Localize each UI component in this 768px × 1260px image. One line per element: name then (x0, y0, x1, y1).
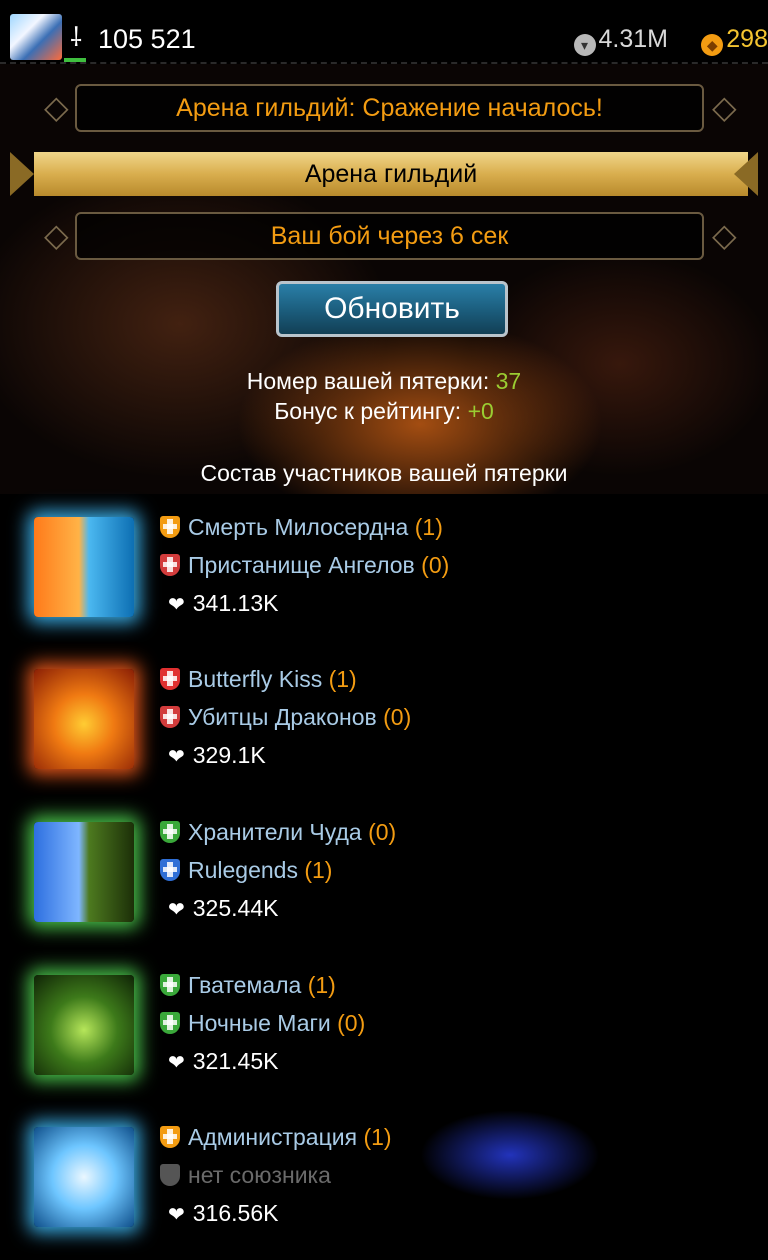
guild-count: (1) (414, 514, 443, 540)
heart-icon: ❤ (168, 899, 185, 921)
guild-shield-icon (160, 821, 180, 843)
guild-emblem[interactable] (34, 1127, 134, 1227)
silver-balance[interactable]: ▾ 4.31M (573, 22, 668, 56)
ally-name: нет союзника (188, 1162, 331, 1188)
heart-icon: ❤ (168, 594, 185, 616)
sword-icon: ⸸ (70, 22, 83, 52)
team-number-label: Номер вашей пятерки: (246, 368, 496, 394)
power-line: ❤ 325.44K (168, 893, 278, 925)
guild-shield-icon (160, 668, 180, 690)
silver-coin-icon: ▾ (573, 34, 596, 56)
guild-line[interactable]: Смерть Милосердна (1) (160, 512, 443, 542)
experience-bar (64, 58, 86, 62)
decorative-glow (420, 1110, 600, 1200)
ally-line[interactable]: Ночные Маги (0) (160, 1008, 365, 1038)
participant-row[interactable]: Смерть Милосердна (1) Пристанище Ангелов … (0, 510, 768, 650)
guild-name[interactable]: Butterfly Kiss (188, 666, 322, 692)
ally-shield-icon (160, 1012, 180, 1034)
ally-count: (0) (337, 1010, 366, 1036)
guild-name[interactable]: Гватемала (188, 972, 301, 998)
heart-icon: ❤ (168, 746, 185, 768)
rating-bonus-value: +0 (467, 398, 494, 424)
guild-emblem[interactable] (34, 669, 134, 769)
player-power: 105 521 (98, 24, 196, 54)
participant-row[interactable]: Butterfly Kiss (1) Убитцы Драконов (0) ❤ 32… (0, 662, 768, 802)
ally-line[interactable]: Rulegends (1) (160, 855, 332, 885)
ribbon-tail-right (734, 152, 758, 196)
guild-count: (1) (307, 972, 336, 998)
guild-line[interactable]: Butterfly Kiss (1) (160, 664, 357, 694)
participants-title: Состав участников вашей пятерки (200, 460, 568, 486)
gold-balance[interactable]: ◆ 298 (701, 22, 768, 56)
power-line: ❤ 316.56K (168, 1198, 278, 1230)
frame-ornament-right-icon: ◇ (712, 89, 737, 125)
guild-emblem[interactable] (34, 822, 134, 922)
power-line: ❤ 329.1K (168, 740, 266, 772)
frame-ornament-left-icon: ◇ (44, 217, 69, 253)
guild-shield-icon (160, 974, 180, 996)
ally-line[interactable]: нет союзника (160, 1160, 331, 1190)
guild-emblem[interactable] (34, 517, 134, 617)
guild-name[interactable]: Администрация (188, 1124, 357, 1150)
team-power: 321.45K (192, 1048, 279, 1074)
ally-line[interactable]: Убитцы Драконов (0) (160, 702, 411, 732)
ally-shield-icon (160, 859, 180, 881)
section-banner: Арена гильдий (34, 152, 748, 196)
guild-line[interactable]: Хранители Чуда (0) (160, 817, 396, 847)
ally-name[interactable]: Ночные Маги (188, 1010, 331, 1036)
team-power: 316.56K (192, 1200, 279, 1226)
guild-line[interactable]: Гватемала (1) (160, 970, 336, 1000)
team-power: 341.13K (192, 590, 279, 616)
gold-coin-icon: ◆ (701, 34, 724, 56)
guild-shield-icon (160, 1126, 180, 1148)
ally-line[interactable]: Пристанище Ангелов (0) (160, 550, 449, 580)
battle-timer: Ваш бой через 6 сек (75, 212, 704, 260)
power-line: ❤ 341.13K (168, 588, 278, 620)
guild-name[interactable]: Хранители Чуда (188, 819, 362, 845)
top-status-bar: ⸸ 105 521 ▾ 4.31M ◆ 298 (0, 0, 768, 64)
ally-count: (0) (421, 552, 450, 578)
participant-row[interactable]: Гватемала (1) Ночные Маги (0) ❤ 321.45K (0, 968, 768, 1108)
participant-row[interactable]: Хранители Чуда (0) Rulegends (1) ❤ 325.44K (0, 815, 768, 955)
gold-amount: 298 (726, 25, 768, 53)
frame-ornament-left-icon: ◇ (44, 89, 69, 125)
refresh-button[interactable]: Обновить (276, 281, 508, 337)
guild-line[interactable]: Администрация (1) (160, 1122, 392, 1152)
ally-name[interactable]: Пристанище Ангелов (188, 552, 415, 578)
guild-count: (0) (368, 819, 397, 845)
player-avatar[interactable] (10, 14, 62, 60)
rating-bonus: Бонус к рейтингу: +0 (0, 398, 768, 425)
ally-count: (0) (383, 704, 412, 730)
team-power: 329.1K (192, 742, 266, 768)
ribbon-tail-left (10, 152, 34, 196)
guild-name[interactable]: Смерть Милосердна (188, 514, 408, 540)
event-title: Арена гильдий: Сражение началось! (75, 84, 704, 132)
participant-row[interactable]: Администрация (1) нет союзника ❤ 316.56K (0, 1120, 768, 1260)
ally-count: (1) (304, 857, 333, 883)
team-number-value: 37 (495, 368, 522, 394)
ally-shield-icon (160, 706, 180, 728)
ally-shield-icon (160, 1164, 180, 1186)
power-line: ❤ 321.45K (168, 1046, 278, 1078)
frame-ornament-right-icon: ◇ (712, 217, 737, 253)
heart-icon: ❤ (168, 1204, 185, 1226)
silver-amount: 4.31M (598, 25, 668, 53)
rating-bonus-label: Бонус к рейтингу: (274, 398, 468, 424)
ally-shield-icon (160, 554, 180, 576)
ally-name[interactable]: Rulegends (188, 857, 298, 883)
heart-icon: ❤ (168, 1052, 185, 1074)
guild-shield-icon (160, 516, 180, 538)
guild-count: (1) (328, 666, 357, 692)
team-number: Номер вашей пятерки: 37 (0, 368, 768, 395)
team-power: 325.44K (192, 895, 279, 921)
guild-emblem[interactable] (34, 975, 134, 1075)
guild-count: (1) (363, 1124, 392, 1150)
ally-name[interactable]: Убитцы Драконов (188, 704, 377, 730)
